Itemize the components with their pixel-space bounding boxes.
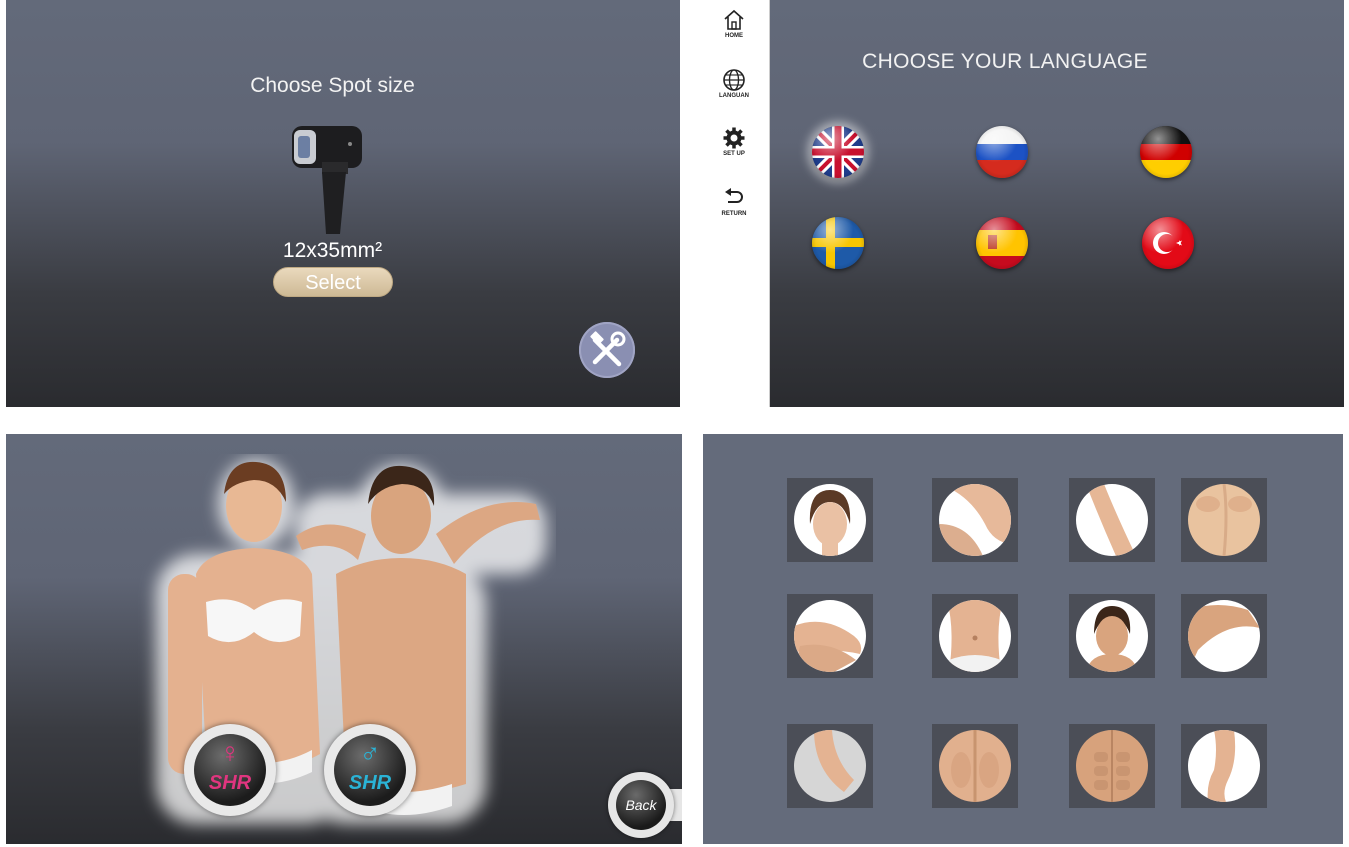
lower-back-area-image (951, 730, 999, 802)
area-chest-button[interactable] (1069, 724, 1155, 808)
gender-screen: ♀ SHR ♂ SHR Back (6, 434, 682, 844)
sidebar-item-label: LANGUAN (719, 93, 749, 99)
area-upper-arm-button[interactable] (1181, 594, 1267, 678)
underarm-area-image (939, 484, 1011, 556)
leg-area-image (1207, 730, 1236, 802)
male-icon: ♂ (359, 737, 381, 768)
flag-russia-button[interactable] (976, 126, 1028, 178)
male-face-area-image (1086, 606, 1138, 672)
select-button[interactable]: Select (273, 267, 393, 297)
area-abdomen-button[interactable] (932, 594, 1018, 678)
return-icon (725, 188, 743, 203)
language-title: CHOOSE YOUR LANGUAGE (862, 50, 1148, 73)
arm-area-image (1086, 484, 1136, 556)
area-elbow-button[interactable] (787, 724, 873, 808)
flag-spain-button[interactable] (976, 217, 1028, 269)
chest-area-image (1094, 730, 1130, 802)
area-back-button[interactable] (1181, 478, 1267, 562)
male-shr-label: SHR (348, 772, 392, 794)
back-area-image (1196, 484, 1252, 556)
body-area-screen (703, 434, 1343, 844)
sidebar-item-label: RETURN (721, 211, 747, 217)
area-hand-button[interactable] (787, 594, 873, 678)
hand-area-image (794, 621, 862, 672)
abdomen-area-image (947, 600, 1003, 672)
back-button[interactable]: Back (608, 772, 674, 838)
globe-icon (723, 69, 745, 91)
male-shr-button[interactable]: ♂ SHR (324, 724, 416, 816)
language-sidebar: HOME LANGUAN SET UP RETURN (699, 0, 770, 407)
face-area-image (809, 490, 851, 556)
female-shr-button[interactable]: ♀ SHR (184, 724, 276, 816)
flag-uk-button[interactable] (812, 126, 864, 178)
spot-size-value: 12x35mm² (282, 239, 383, 262)
spot-size-screen: Choose Spot size 12x35mm² Select (6, 0, 680, 407)
sidebar-item-home[interactable]: HOME (699, 8, 769, 39)
tools-button[interactable] (579, 322, 635, 378)
gear-icon (723, 127, 745, 149)
sidebar-item-label: HOME (725, 33, 743, 39)
flag-turkey-button[interactable] (1142, 217, 1194, 269)
sidebar-item-language[interactable]: LANGUAN (699, 68, 769, 99)
back-label: Back (616, 780, 666, 830)
area-lower-back-button[interactable] (932, 724, 1018, 808)
sidebar-item-setup[interactable]: SET UP (699, 126, 769, 157)
area-leg-button[interactable] (1181, 724, 1267, 808)
handpiece-image (292, 126, 362, 234)
elbow-area-image (814, 730, 854, 792)
female-icon: ♀ (219, 737, 241, 768)
language-screen: CHOOSE YOUR LANGUAGE (770, 0, 1344, 407)
home-icon (724, 9, 744, 30)
area-male-face-button[interactable] (1069, 594, 1155, 678)
flag-germany-button[interactable] (1140, 126, 1192, 178)
sidebar-item-return[interactable]: RETURN (699, 186, 769, 217)
female-shr-label: SHR (208, 772, 252, 794)
area-face-button[interactable] (787, 478, 873, 562)
flag-sweden-button[interactable] (812, 217, 864, 269)
sidebar-item-label: SET UP (723, 151, 745, 157)
tools-icon (590, 331, 626, 367)
upper-arm-area-image (1188, 605, 1260, 672)
area-arm-button[interactable] (1069, 478, 1155, 562)
area-underarm-button[interactable] (932, 478, 1018, 562)
spot-size-title: Choose Spot size (250, 74, 415, 97)
